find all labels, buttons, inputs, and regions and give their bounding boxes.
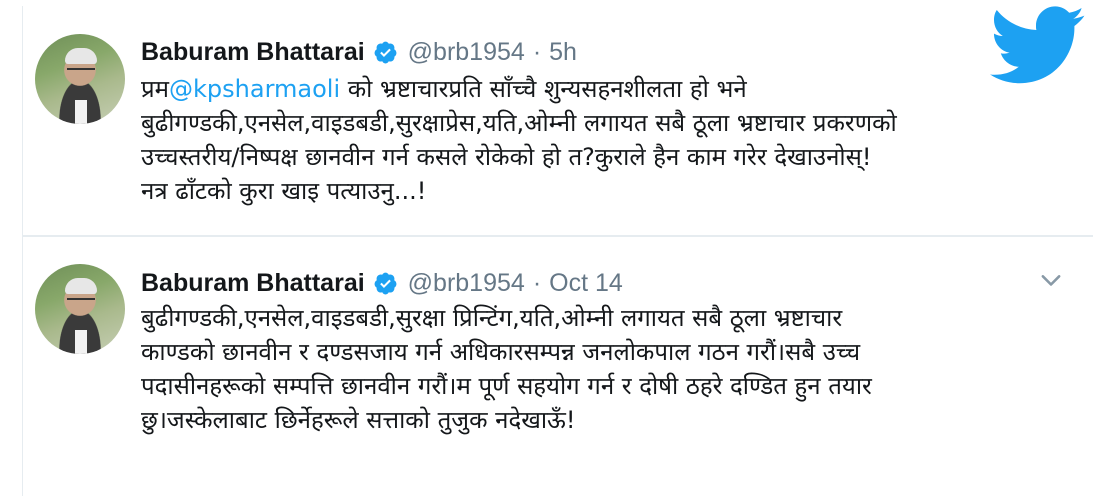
tweet-line: उच्चस्तरीय/निष्पक्ष छानवीन गर्न कसले रोक… <box>141 143 872 171</box>
tweet[interactable]: Baburam Bhattarai @brb1954 · 5h प्रम@kps… <box>23 6 1093 236</box>
verified-badge-icon <box>374 41 397 63</box>
author-handle[interactable]: @brb1954 <box>408 269 525 298</box>
tweet-line: बुढीगण्डकी,एनसेल,वाइडबडी,सुरक्षाप्रेस,यत… <box>141 109 897 137</box>
tweet-line: नत्र ढाँटको कुरा खाइ पत्याउनु...! <box>141 177 427 205</box>
tweet-line: पदासीनहरूको सम्पत्ति छानवीन गरौं।म पूर्ण… <box>141 372 872 400</box>
tweet-text-prefix: प्रम <box>141 75 170 103</box>
mention-link[interactable]: @kpsharmaoli <box>169 75 340 103</box>
tweet-timestamp[interactable]: 5h <box>549 38 577 67</box>
chevron-down-icon[interactable] <box>1037 267 1065 295</box>
author-name[interactable]: Baburam Bhattarai <box>141 269 365 298</box>
verified-badge-icon <box>374 272 397 294</box>
separator-dot: · <box>532 268 542 297</box>
tweet-text: प्रम@kpsharmaoli को भ्रष्टाचारप्रति साँच… <box>141 72 1071 208</box>
tweet-text: बुढीगण्डकी,एनसेल,वाइडबडी,सुरक्षा प्रिन्ट… <box>141 301 1071 437</box>
tweet-line: बुढीगण्डकी,एनसेल,वाइडबडी,सुरक्षा प्रिन्ट… <box>141 304 843 332</box>
separator-dot: · <box>532 37 542 66</box>
author-handle[interactable]: @brb1954 <box>408 38 525 67</box>
tweet-line: छु।जस्केलाबाट छिर्नेहरूले सत्ताको तुजुक … <box>141 406 576 434</box>
avatar[interactable] <box>35 264 125 354</box>
tweet[interactable]: Baburam Bhattarai @brb1954 · Oct 14 बुढी… <box>23 237 1093 492</box>
tweet-line: प्रम@kpsharmaoli को भ्रष्टाचारप्रति साँच… <box>141 72 1071 106</box>
avatar[interactable] <box>35 34 125 124</box>
author-name[interactable]: Baburam Bhattarai <box>141 38 365 67</box>
tweet-header: Baburam Bhattarai @brb1954 · Oct 14 <box>141 267 623 299</box>
tweet-timestamp[interactable]: Oct 14 <box>549 269 623 298</box>
tweet-line: काण्डको छानवीन र दण्डसजाय गर्न अधिकारसम्… <box>141 338 861 366</box>
tweet-text-line1-rest: को भ्रष्टाचारप्रति साँच्चै शुन्यसहनशीलता… <box>340 75 747 103</box>
timeline: Baburam Bhattarai @brb1954 · 5h प्रम@kps… <box>22 6 1093 496</box>
tweet-header: Baburam Bhattarai @brb1954 · 5h <box>141 36 577 68</box>
